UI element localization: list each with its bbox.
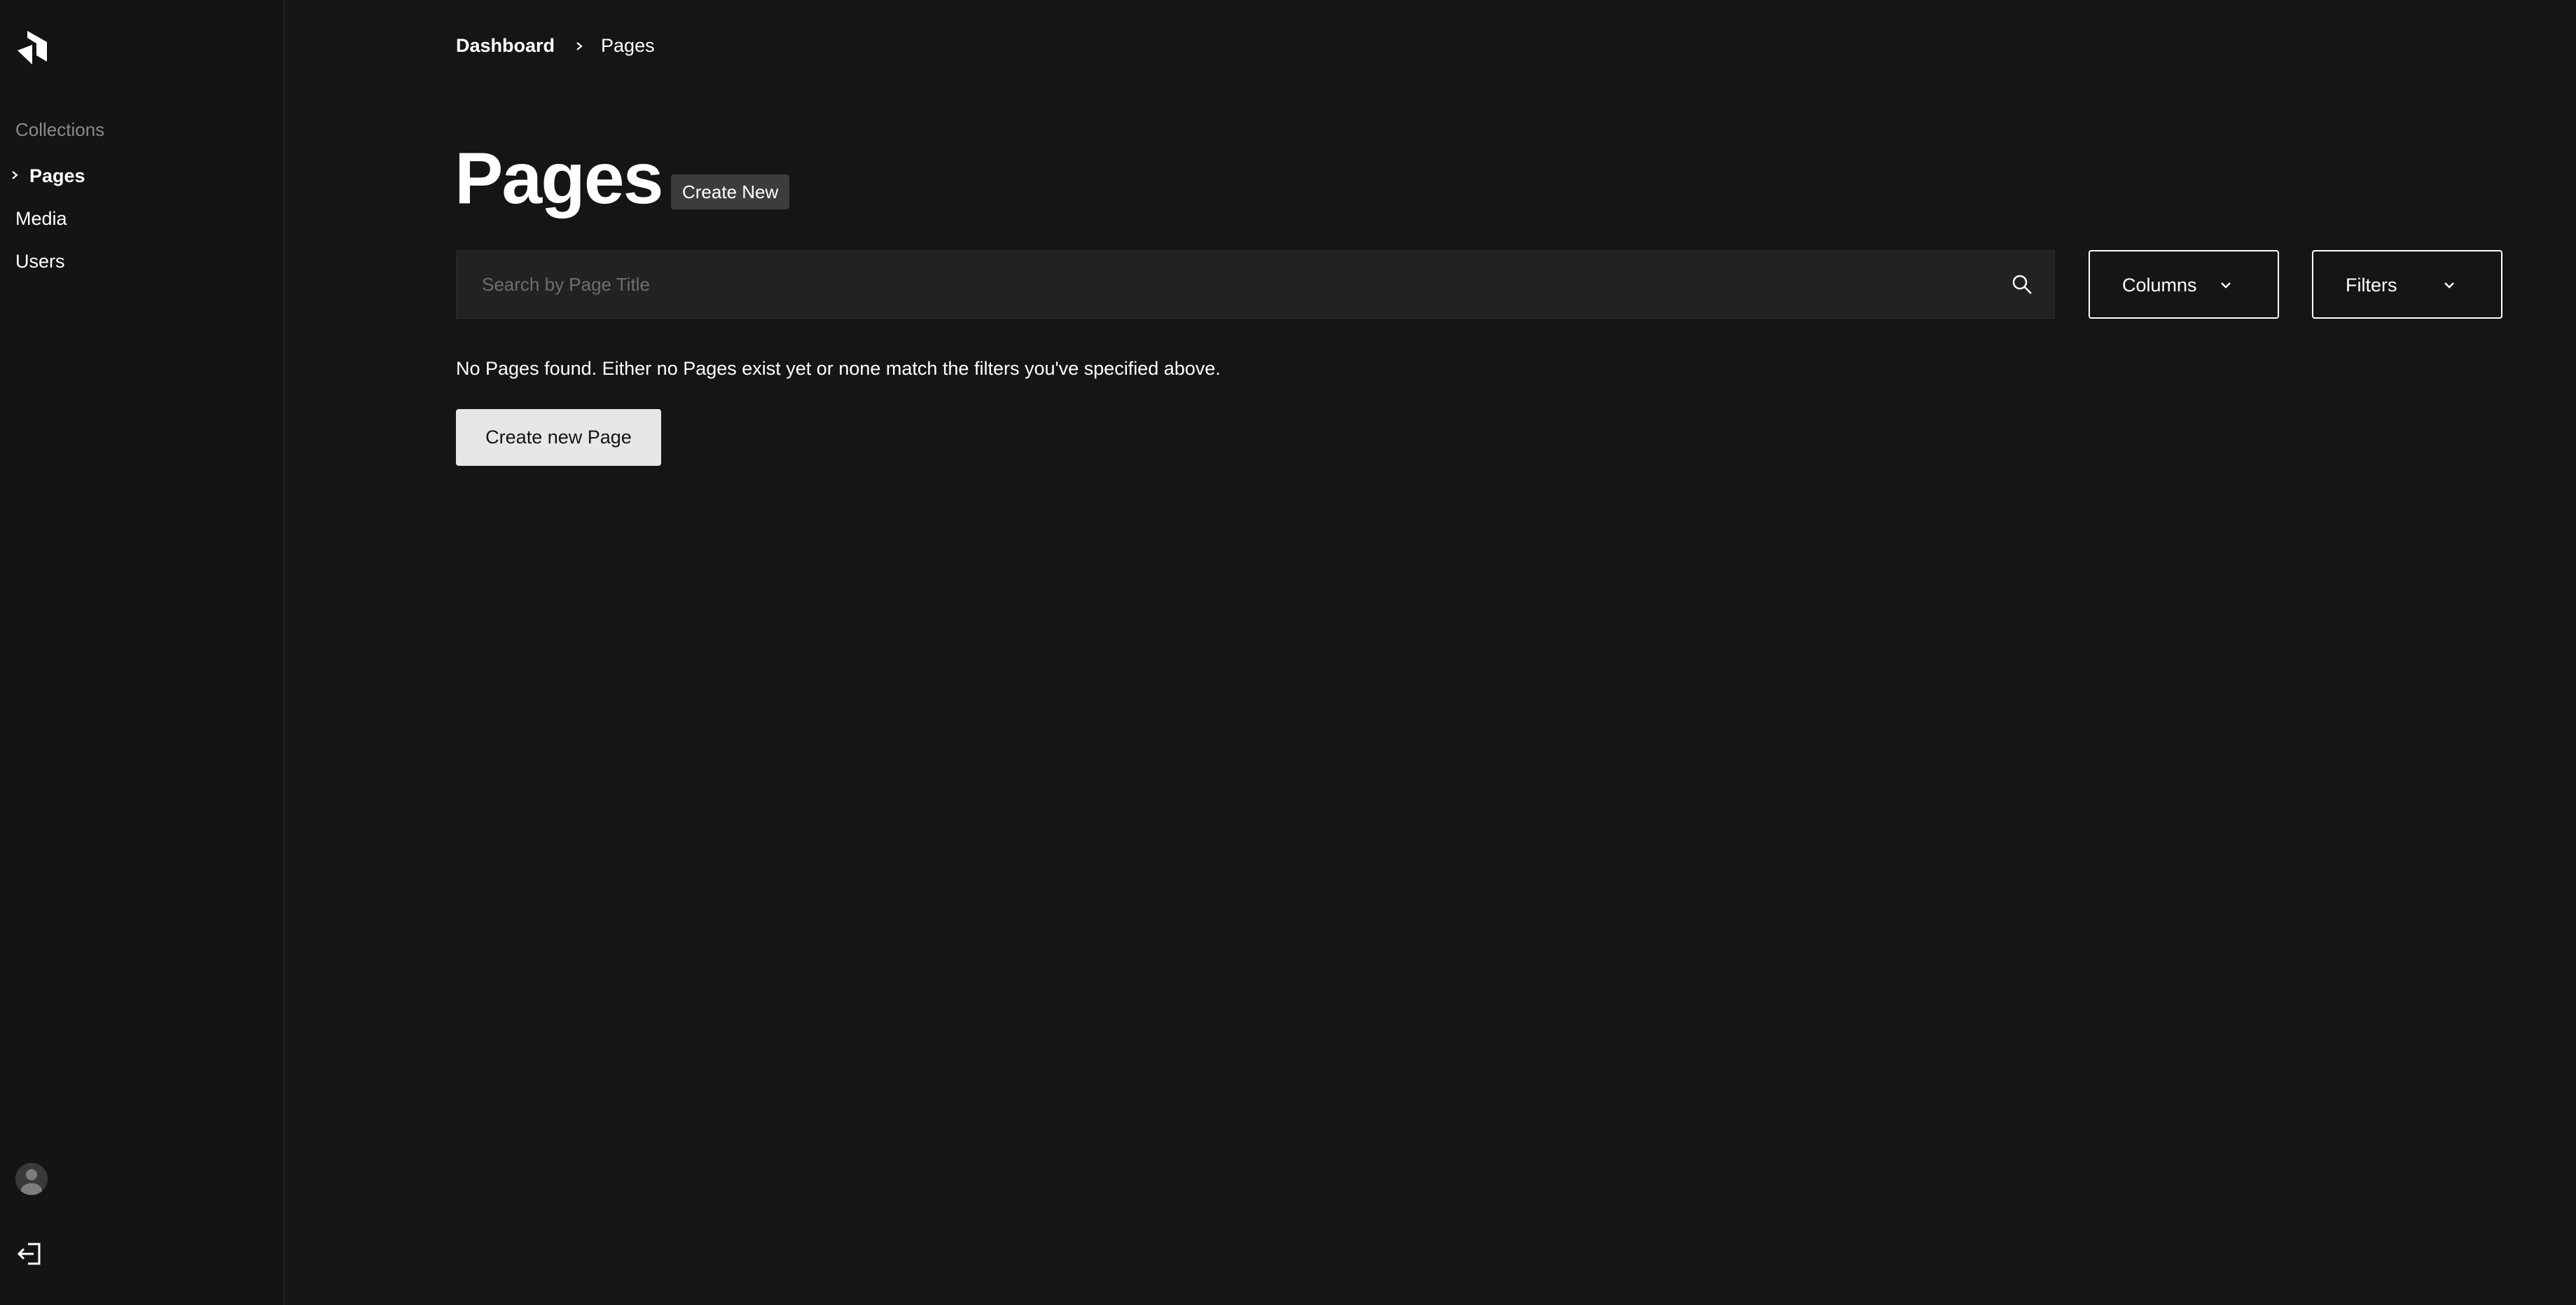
logout-icon[interactable] — [15, 1240, 43, 1268]
chevron-down-icon — [2444, 282, 2454, 289]
create-new-page-button[interactable]: Create new Page — [456, 409, 661, 466]
columns-dropdown-button[interactable]: Columns — [2089, 250, 2279, 319]
filters-dropdown-button[interactable]: Filters — [2312, 250, 2502, 319]
account-avatar[interactable] — [15, 1163, 48, 1195]
breadcrumb-dashboard-link[interactable]: Dashboard — [456, 35, 555, 57]
search-bar — [456, 250, 2055, 319]
sidebar-item-label: Media — [15, 208, 67, 229]
sidebar-item-label: Pages — [29, 165, 85, 186]
page-title: Pages — [455, 138, 663, 219]
create-new-button[interactable]: Create New — [671, 174, 790, 209]
chevron-down-icon — [2221, 282, 2231, 289]
search-icon[interactable] — [2011, 273, 2033, 296]
sidebar-item-label: Users — [15, 251, 65, 272]
sidebar: Collections Pages Media Users — [0, 0, 285, 1305]
breadcrumb: Dashboard Pages — [456, 35, 655, 57]
breadcrumb-current: Pages — [601, 35, 655, 56]
sidebar-item-users[interactable]: Users — [15, 251, 65, 272]
search-input[interactable] — [457, 251, 1983, 318]
chevron-right-icon — [576, 41, 583, 50]
sidebar-item-media[interactable]: Media — [15, 208, 67, 230]
sidebar-item-pages[interactable]: Pages — [12, 165, 85, 187]
nav-heading-collections: Collections — [15, 119, 105, 140]
empty-state-message: No Pages found. Either no Pages exist ye… — [456, 358, 1221, 379]
columns-label: Columns — [2122, 275, 2197, 296]
filters-label: Filters — [2346, 275, 2397, 296]
payload-logo-icon[interactable] — [15, 29, 49, 66]
user-icon — [21, 1169, 42, 1195]
chevron-right-icon — [12, 171, 18, 179]
